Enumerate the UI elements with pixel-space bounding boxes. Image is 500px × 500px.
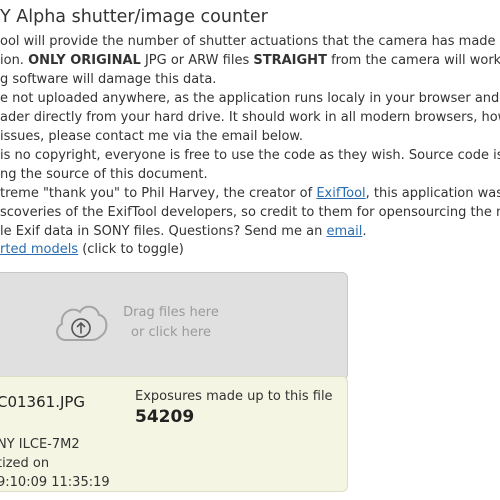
credits-text: treme "thank you" to Phil Harvey, the cr… (0, 184, 500, 241)
credits-text-segment: le Exif data in SONY files. Questions? S… (0, 224, 327, 239)
result-file-name: C01361.JPG (0, 393, 86, 411)
exiftool-link[interactable]: ExifTool (316, 186, 365, 201)
camera-model: NY ILCE-7M2 (0, 437, 80, 452)
supported-models-link[interactable]: rted models (0, 242, 78, 257)
dropzone-line: or click here (131, 325, 211, 340)
page-title: Y Alpha shutter/image counter (0, 7, 268, 27)
cloud-upload-icon (56, 305, 108, 341)
toggle-hint: (click to toggle) (78, 242, 184, 257)
dropzone-line: Drag files here (123, 305, 219, 320)
supported-models-line: rted models (click to toggle) (0, 240, 184, 259)
intro-emphasis: ONLY ORIGINAL (28, 53, 141, 68)
dropzone-label: Drag files here or click here (115, 303, 227, 343)
supported-models-row: rted models (click to toggle) (0, 240, 184, 259)
intro-line: issues, please contact me via the email … (0, 129, 303, 144)
file-dropzone[interactable]: Drag files here or click here (0, 272, 348, 380)
page: Y Alpha shutter/image counter ool will p… (0, 0, 500, 500)
intro-line: g software will damage this data. (0, 72, 217, 87)
intro-line: ader directly from your hard drive. It s… (0, 110, 500, 125)
digitized-date: 9:10:09 11:35:19 (0, 475, 110, 490)
credits-line: treme "thank you" to Phil Harvey, the cr… (0, 184, 500, 203)
intro-text: ool will provide the number of shutter a… (0, 32, 500, 184)
intro-text-segment: from the camera will work. Any photo (331, 53, 500, 68)
intro-text-segment: ion. (0, 53, 29, 68)
camera-info: NY ILCE-7M2 tized on 9:10:09 11:35:19 (0, 435, 110, 492)
intro-line: is no copyright, everyone is free to use… (0, 148, 500, 163)
result-card: C01361.JPG NY ILCE-7M2 tized on 9:10:09 … (0, 376, 348, 492)
intro-emphasis: STRAIGHT (253, 53, 327, 68)
credits-text-segment: . (362, 224, 367, 239)
credits-line: le Exif data in SONY files. Questions? S… (0, 222, 500, 241)
email-link[interactable]: email (326, 224, 362, 239)
intro-line: ng the source of this document. (0, 167, 208, 182)
exposures-label: Exposures made up to this file (135, 389, 333, 404)
exposures-value: 54209 (135, 407, 195, 427)
credits-text-segment: treme "thank you" to Phil Harvey, the cr… (0, 186, 317, 201)
credits-text-segment: , this application was built upo (365, 186, 500, 201)
intro-line: e not uploaded anywhere, as the applicat… (0, 91, 500, 106)
intro-line: ion. ONLY ORIGINAL JPG or ARW files STRA… (0, 51, 500, 70)
digitized-label: tized on (0, 456, 50, 471)
credits-line: scoveries of the ExifTool developers, so… (0, 205, 500, 220)
intro-text-segment: JPG or ARW files (140, 53, 254, 68)
intro-line: ool will provide the number of shutter a… (0, 34, 500, 49)
